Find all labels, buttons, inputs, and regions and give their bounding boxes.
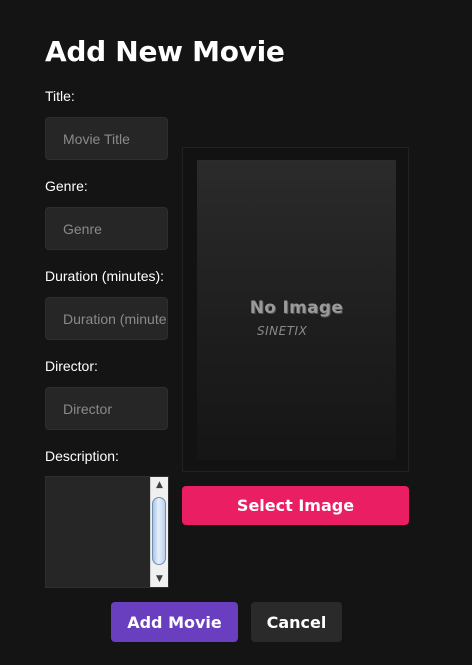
title-label: Title: — [45, 88, 75, 104]
duration-label: Duration (minutes): — [45, 268, 165, 284]
scroll-down-arrow-icon[interactable]: ▼ — [151, 572, 168, 586]
image-preview: No Image SINETIX — [182, 147, 409, 472]
description-field: ▲ ▼ — [45, 476, 169, 588]
scroll-thumb[interactable] — [152, 497, 166, 565]
poster-placeholder: No Image SINETIX — [197, 160, 396, 460]
director-label: Director: — [45, 358, 98, 374]
poster-brand-text: SINETIX — [257, 324, 308, 338]
cancel-button[interactable]: Cancel — [251, 602, 342, 642]
director-input[interactable] — [45, 387, 168, 430]
select-image-button[interactable]: Select Image — [182, 486, 409, 525]
no-image-text: No Image — [249, 298, 344, 318]
add-movie-button[interactable]: Add Movie — [111, 602, 238, 642]
description-label: Description: — [45, 448, 119, 464]
genre-label: Genre: — [45, 178, 88, 194]
title-input[interactable] — [45, 117, 168, 160]
duration-input[interactable] — [45, 297, 168, 340]
genre-input[interactable] — [45, 207, 168, 250]
description-textarea[interactable] — [46, 477, 150, 587]
description-scrollbar[interactable]: ▲ ▼ — [150, 477, 168, 587]
scroll-up-arrow-icon[interactable]: ▲ — [151, 478, 168, 492]
page-title: Add New Movie — [45, 35, 285, 68]
